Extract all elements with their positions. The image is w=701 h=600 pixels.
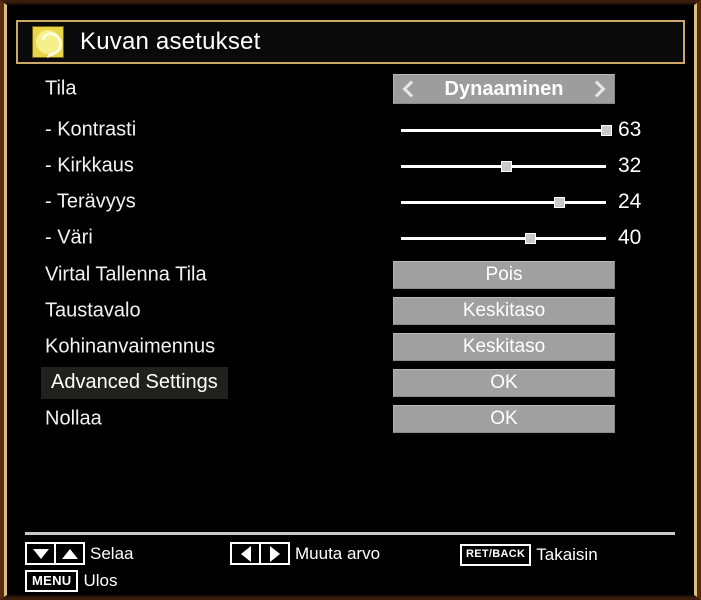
contrast-value: 63 [618, 118, 642, 141]
sharpness-value: 24 [618, 190, 642, 213]
slider-knob[interactable] [500, 161, 512, 172]
hint-exit: MENU Ulos [25, 570, 118, 592]
menu-key[interactable]: MENU [25, 570, 79, 592]
backlight-button[interactable]: Keskitaso [393, 297, 615, 325]
arrow-up-icon[interactable] [54, 544, 83, 563]
power-save-mode-button[interactable]: Pois [393, 261, 615, 289]
sharpness-slider[interactable] [401, 195, 606, 209]
mode-selector[interactable]: Dynaaminen [393, 74, 615, 104]
retback-key[interactable]: RET/BACK [460, 544, 532, 566]
row-label: - Kontrasti [45, 118, 137, 141]
row-label: Virtal Tallenna Tila [45, 263, 207, 286]
row-label: Tila [45, 77, 77, 100]
brightness-slider[interactable] [401, 159, 606, 173]
hint-label: Muuta arvo [295, 543, 381, 563]
arrow-left-icon[interactable] [232, 544, 259, 563]
brightness-value: 32 [618, 154, 642, 177]
color-slider[interactable] [401, 231, 606, 245]
footer-divider [25, 532, 675, 535]
row-label: - Väri [45, 226, 93, 249]
page-title: Kuvan asetukset [80, 28, 261, 55]
row-label: Taustavalo [45, 299, 141, 322]
hint-label: Selaa [90, 543, 134, 563]
title-bar: Kuvan asetukset [16, 20, 685, 64]
contrast-slider[interactable] [401, 123, 612, 137]
row-label: Kohinanvaimennus [45, 335, 216, 358]
menu-row-reset[interactable]: Nollaa OK [16, 398, 685, 440]
footer-hints: Selaa Muuta arvo RET/BACK Takaisin MENU … [25, 540, 680, 592]
picture-settings-icon [32, 26, 66, 59]
tv-settings-screen: Kuvan asetukset Tila Dynaaminen - Kontra… [0, 0, 701, 600]
arrow-keys-horizontal[interactable] [230, 542, 290, 565]
chevron-right-icon[interactable] [590, 79, 606, 99]
slider-track [401, 237, 606, 240]
slider-track [401, 201, 606, 204]
menu-row-color[interactable]: - Väri 40 [16, 217, 685, 259]
menu-row-mode[interactable]: Tila Dynaaminen [16, 68, 685, 110]
hint-navigate: Selaa [25, 542, 133, 565]
hint-label: Ulos [83, 571, 118, 590]
color-value: 40 [618, 226, 642, 249]
reset-button[interactable]: OK [393, 405, 615, 433]
menu-rows: Tila Dynaaminen - Kontrasti 63 - Kirkkau… [16, 68, 685, 528]
advanced-settings-button[interactable]: OK [393, 369, 615, 397]
slider-track [401, 129, 606, 132]
row-label: - Terävyys [45, 190, 136, 213]
arrow-down-icon[interactable] [27, 544, 54, 563]
noise-reduction-button[interactable]: Keskitaso [393, 333, 615, 361]
slider-knob[interactable] [553, 197, 565, 208]
arrow-right-icon[interactable] [259, 544, 288, 563]
slider-knob[interactable] [525, 233, 537, 244]
chevron-left-icon[interactable] [402, 79, 418, 99]
hint-back: RET/BACK Takaisin [460, 544, 598, 566]
slider-knob[interactable] [601, 125, 612, 136]
hint-label: Takaisin [536, 545, 598, 564]
row-label: Nollaa [45, 407, 102, 430]
row-label-selected: Advanced Settings [41, 367, 228, 399]
hint-change-value: Muuta arvo [230, 542, 380, 565]
row-label: - Kirkkaus [45, 154, 134, 177]
mode-value: Dynaaminen [444, 77, 564, 100]
arrow-keys-vertical[interactable] [25, 542, 85, 565]
